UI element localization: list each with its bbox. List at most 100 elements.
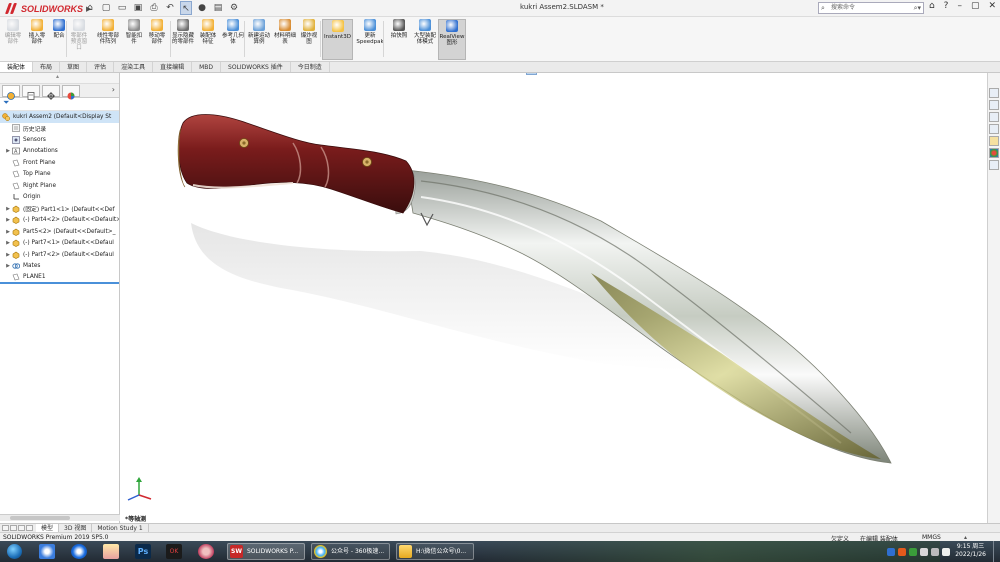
- ribbon-button-7[interactable]: 显示隐藏的零部件: [172, 19, 194, 60]
- view-palette-icon[interactable]: [989, 136, 999, 146]
- property-manager-tab-icon[interactable]: [22, 84, 40, 100]
- tree-item-3[interactable]: Front Plane: [0, 157, 119, 169]
- help-search-icon[interactable]: ⌂: [929, 1, 935, 11]
- ribbon-button-15[interactable]: 拍快照: [389, 19, 409, 60]
- display-style-icon[interactable]: ◼: [526, 73, 537, 75]
- photoshop-icon[interactable]: Ps: [135, 544, 151, 559]
- command-tab-8[interactable]: 今日制造: [291, 62, 330, 72]
- ribbon-button-0[interactable]: 编辑零部件: [4, 19, 22, 60]
- tree-item-13[interactable]: PLANE1: [0, 272, 119, 284]
- tray-network-icon[interactable]: [920, 547, 928, 556]
- panel-collapse-bar[interactable]: ▴: [0, 73, 119, 84]
- tree-item-11[interactable]: ▶ (-) Part7<2> (Default<<Defaul: [0, 249, 119, 261]
- panel-horizontal-scrollbar[interactable]: [0, 514, 120, 521]
- zoom-to-fit-icon[interactable]: ⤢: [456, 73, 467, 75]
- rebuild-icon[interactable]: ●: [196, 1, 208, 15]
- ribbon-button-3[interactable]: 零部件预览窗口: [69, 19, 89, 60]
- kukri-knife-model[interactable]: [121, 73, 987, 523]
- display-manager-tab-icon[interactable]: [62, 84, 80, 99]
- ribbon-button-13[interactable]: Instant3D: [322, 19, 353, 60]
- close-icon[interactable]: ✕: [988, 1, 996, 11]
- tray-app-icon[interactable]: [898, 547, 906, 556]
- command-tab-6[interactable]: MBD: [192, 62, 222, 72]
- taskbar-clock[interactable]: 9:15 周三 2022/1/26: [955, 543, 986, 559]
- command-tab-2[interactable]: 草图: [60, 62, 88, 72]
- expand-arrow-icon[interactable]: ▶: [4, 148, 12, 154]
- tree-item-0[interactable]: 历史记录: [0, 123, 119, 135]
- ribbon-button-9[interactable]: 参考几何体: [222, 19, 244, 60]
- show-desktop-button[interactable]: [993, 541, 1000, 562]
- ribbon-button-16[interactable]: 大型装配体模式: [414, 19, 436, 60]
- tree-root-assembly[interactable]: kukri Assem2 (Default<Display St: [0, 111, 119, 123]
- print-icon[interactable]: ⎙: [148, 1, 160, 15]
- browser-icon[interactable]: [71, 544, 87, 559]
- help-icon[interactable]: ?: [944, 1, 949, 11]
- previous-view-icon[interactable]: ⟲: [484, 73, 495, 75]
- tree-item-9[interactable]: ▶ Part5<2> (Default<<Default>_: [0, 226, 119, 238]
- file-explorer-icon[interactable]: [989, 124, 999, 134]
- kukri-handle[interactable]: [178, 114, 415, 214]
- home-icon[interactable]: ⌂: [84, 1, 96, 15]
- custom-properties-icon[interactable]: [989, 160, 999, 170]
- hide-show-icon[interactable]: ◐: [540, 73, 551, 75]
- command-tab-4[interactable]: 渲染工具: [114, 62, 154, 72]
- open-icon[interactable]: ▭: [116, 1, 128, 15]
- ribbon-button-14[interactable]: 更新Speedpak: [356, 19, 384, 60]
- home-tab-icon[interactable]: [989, 88, 999, 98]
- new-document-icon[interactable]: ▢: [100, 1, 112, 15]
- command-tab-1[interactable]: 布局: [33, 62, 61, 72]
- taskbar-browser[interactable]: 公众号 - 360极速...: [311, 543, 390, 560]
- search-dropdown-icon[interactable]: ⌕▾: [914, 3, 921, 13]
- tree-item-5[interactable]: Right Plane: [0, 180, 119, 192]
- expand-arrow-icon[interactable]: ▶: [4, 229, 12, 235]
- tree-item-12[interactable]: ▶ Mates: [0, 261, 119, 273]
- tree-item-4[interactable]: Top Plane: [0, 169, 119, 181]
- search-commands-input[interactable]: ⌕ 搜索命令 ⌕▾: [818, 2, 924, 14]
- feature-tree-tab-icon[interactable]: [2, 84, 20, 100]
- ribbon-button-6[interactable]: 移动零部件: [147, 19, 167, 60]
- taskbar-solidworks[interactable]: SW SOLIDWORKS P...: [227, 543, 305, 560]
- taskbar-explorer[interactable]: H:\微信公众号\0...: [396, 543, 474, 560]
- restore-icon[interactable]: ▢: [971, 1, 980, 11]
- command-tab-0[interactable]: 装配体: [0, 62, 34, 72]
- tree-item-8[interactable]: ▶ (-) Part4<2> (Default<<Default>: [0, 215, 119, 227]
- first-tab-icon[interactable]: [2, 525, 9, 531]
- expand-arrow-icon[interactable]: ▶: [4, 240, 12, 246]
- section-view-icon[interactable]: ▦: [498, 73, 509, 75]
- ribbon-button-5[interactable]: 智能扣件: [124, 19, 144, 60]
- minimize-icon[interactable]: –: [957, 1, 962, 11]
- apply-scene-icon[interactable]: ◍: [568, 73, 579, 75]
- ribbon-button-17[interactable]: RealView图形: [438, 19, 466, 60]
- view-orientation-icon[interactable]: ◈: [512, 73, 523, 75]
- expand-arrow-icon[interactable]: ▶: [4, 206, 12, 212]
- units-selector[interactable]: MMGS: [922, 534, 941, 541]
- command-tab-5[interactable]: 直接编辑: [153, 62, 193, 72]
- collapse-icon[interactable]: ▴: [56, 73, 59, 80]
- tab-nav-arrows[interactable]: [2, 525, 33, 531]
- ok-app-icon[interactable]: OK: [166, 544, 182, 559]
- zoom-to-area-icon[interactable]: ⌕: [470, 73, 481, 75]
- ribbon-button-12[interactable]: 爆炸视图: [299, 19, 319, 60]
- tree-item-6[interactable]: Origin: [0, 192, 119, 204]
- monitor-icon[interactable]: ▭: [596, 73, 607, 75]
- panel-more-arrow-icon[interactable]: ›: [112, 85, 115, 94]
- undo-icon[interactable]: ↶: [164, 1, 176, 15]
- ribbon-button-8[interactable]: 装配体特征: [198, 19, 218, 60]
- ribbon-button-11[interactable]: 材料明细表: [274, 19, 296, 60]
- tray-input-icon[interactable]: [942, 547, 950, 556]
- options-gear-icon[interactable]: ⚙: [228, 1, 240, 15]
- start-button-icon[interactable]: [7, 544, 22, 559]
- expand-arrow-icon[interactable]: ▶: [4, 263, 12, 269]
- edit-appearance-icon[interactable]: ◉: [554, 73, 565, 75]
- file-properties-icon[interactable]: ▤: [212, 1, 224, 15]
- app-launcher-icon[interactable]: [39, 544, 55, 559]
- view-settings-icon[interactable]: ▣: [582, 73, 593, 75]
- command-tab-7[interactable]: SOLIDWORKS 插件: [221, 62, 291, 72]
- command-tab-3[interactable]: 评估: [87, 62, 115, 72]
- design-library-icon[interactable]: [989, 112, 999, 122]
- last-tab-icon[interactable]: [26, 525, 33, 531]
- tray-wechat-icon[interactable]: [909, 547, 917, 556]
- save-icon[interactable]: ▣: [132, 1, 144, 15]
- expand-arrow-icon[interactable]: ▶: [4, 217, 12, 223]
- tray-volume-icon[interactable]: [931, 547, 939, 556]
